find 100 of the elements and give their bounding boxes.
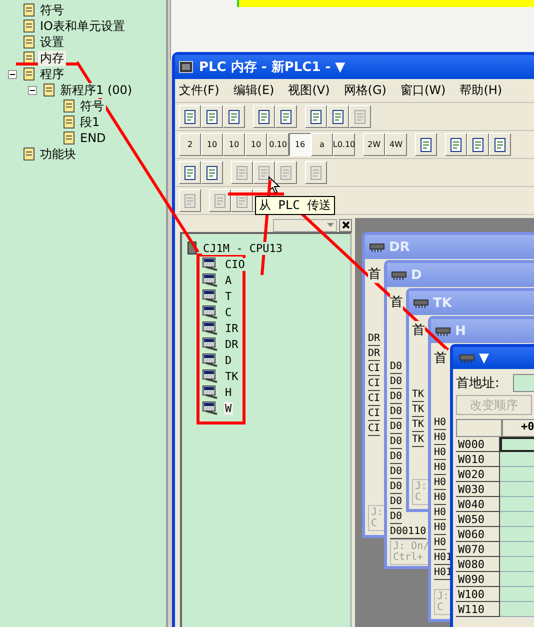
format-button[interactable]: 10 xyxy=(201,133,223,156)
page-icon xyxy=(204,164,220,180)
toolbar-button[interactable] xyxy=(489,133,511,156)
document-icon xyxy=(62,115,76,129)
address-cell: H0 xyxy=(434,460,446,475)
tree-item[interactable]: 程序 xyxy=(38,66,66,82)
monitor-icon xyxy=(202,369,220,383)
document-icon xyxy=(22,19,36,33)
expander-icon[interactable] xyxy=(8,70,17,78)
monitor-icon xyxy=(202,401,220,415)
tree-item[interactable]: DR xyxy=(224,338,240,350)
tree-item[interactable]: IO表和单元设置 xyxy=(38,18,127,34)
document-icon xyxy=(42,83,56,97)
tree-item[interactable]: D xyxy=(224,354,233,366)
document-icon xyxy=(62,131,76,145)
monitor-icon xyxy=(202,273,220,287)
format-button[interactable]: 10 xyxy=(245,133,267,156)
toolbar-button[interactable] xyxy=(179,161,201,184)
hint-text: J: xyxy=(371,507,384,518)
toolbar-button[interactable] xyxy=(275,105,297,128)
document-icon xyxy=(22,67,36,81)
format-button[interactable]: a xyxy=(311,133,333,156)
tree-item[interactable]: 段1 xyxy=(78,114,102,130)
toolbar-button[interactable] xyxy=(201,161,223,184)
page-icon xyxy=(182,108,198,124)
expander-icon[interactable] xyxy=(28,86,37,94)
toolbar-button[interactable] xyxy=(223,105,245,128)
address-cell: TK xyxy=(412,432,424,447)
menu-item[interactable]: 文件(F) xyxy=(179,82,220,99)
address-cell: CI xyxy=(368,406,380,421)
address-label: 首 xyxy=(412,321,425,339)
format-button[interactable]: 10 xyxy=(223,133,245,156)
address-cell: D0 xyxy=(390,434,402,449)
monitor-icon xyxy=(202,337,220,351)
document-icon xyxy=(22,35,36,49)
page-icon xyxy=(234,164,250,180)
format-button[interactable]: 16 xyxy=(289,133,311,156)
page-icon xyxy=(492,136,508,152)
format-button[interactable]: L0.10 xyxy=(333,133,355,156)
tree-item[interactable]: A xyxy=(224,274,233,286)
toolbar-button[interactable] xyxy=(179,105,201,128)
tree-item[interactable]: CJ1M - CPU13 xyxy=(202,242,284,254)
close-button[interactable] xyxy=(339,218,352,232)
tree-item[interactable]: H xyxy=(224,386,233,398)
page-icon xyxy=(278,108,294,124)
window-title: ▼ xyxy=(479,350,489,366)
tree-item[interactable]: TK xyxy=(224,370,240,382)
toolbar-button[interactable] xyxy=(253,105,275,128)
chip-icon xyxy=(435,326,451,336)
tree-item[interactable]: 符号 xyxy=(38,2,66,18)
tree-item[interactable]: W xyxy=(224,402,233,414)
hint-text: C xyxy=(415,492,422,503)
dropdown-field[interactable] xyxy=(273,218,337,232)
tree-item[interactable]: C xyxy=(224,306,233,318)
toolbar-button[interactable] xyxy=(445,133,467,156)
format-button[interactable]: 2 xyxy=(179,133,201,156)
format-button[interactable]: 4W xyxy=(385,133,407,156)
toolbar-button[interactable] xyxy=(415,133,437,156)
menu-item[interactable]: 编辑(E) xyxy=(233,82,274,99)
tree-item[interactable]: 新程序1 (00) xyxy=(58,82,134,98)
menu-item[interactable]: 网格(G) xyxy=(344,82,386,99)
hint-text: C xyxy=(437,602,444,613)
address-cell: H0 xyxy=(434,475,446,490)
address-cell: H0 xyxy=(434,535,446,550)
tree-item[interactable]: 功能块 xyxy=(38,146,78,162)
document-icon xyxy=(22,147,36,161)
menu-item[interactable]: 视图(V) xyxy=(288,82,330,99)
format-button[interactable]: 2W xyxy=(363,133,385,156)
hint-text: J: On/ xyxy=(393,541,430,552)
toolbar-button[interactable] xyxy=(305,105,327,128)
hint-text: Ctrl+ xyxy=(393,552,424,563)
chip-icon xyxy=(391,270,407,280)
toolbar-button[interactable] xyxy=(327,105,349,128)
toolbar-button[interactable] xyxy=(201,105,223,128)
chip-icon xyxy=(413,298,429,308)
menu-item[interactable]: 帮助(H) xyxy=(460,82,502,99)
page-icon xyxy=(448,136,464,152)
address-cell: D0 xyxy=(390,464,402,479)
address-cell: TK xyxy=(412,402,424,417)
page-icon xyxy=(470,136,486,152)
tree-item[interactable]: 设置 xyxy=(38,34,66,50)
page-icon xyxy=(204,108,220,124)
page-icon xyxy=(418,136,434,152)
address-cell: D00110 xyxy=(390,524,426,539)
address-cell: TK xyxy=(412,417,424,432)
menu-item[interactable]: 窗口(W) xyxy=(400,82,446,99)
toolbar-button[interactable] xyxy=(467,133,489,156)
tree-item[interactable]: 符号 xyxy=(78,98,106,114)
address-cell: CI xyxy=(368,391,380,406)
address-cell: CI xyxy=(368,361,380,376)
monitor-icon xyxy=(202,385,220,399)
address-cell: D0 xyxy=(390,374,402,389)
page-icon xyxy=(352,108,368,124)
tree-item[interactable]: CIO xyxy=(224,258,246,270)
page-icon xyxy=(212,192,228,208)
tree-item[interactable]: IR xyxy=(224,322,240,334)
format-button[interactable]: 0.10 xyxy=(267,133,289,156)
tree-item[interactable]: 内存 xyxy=(38,50,66,66)
tree-item[interactable]: T xyxy=(224,290,233,302)
document-icon xyxy=(22,51,36,65)
